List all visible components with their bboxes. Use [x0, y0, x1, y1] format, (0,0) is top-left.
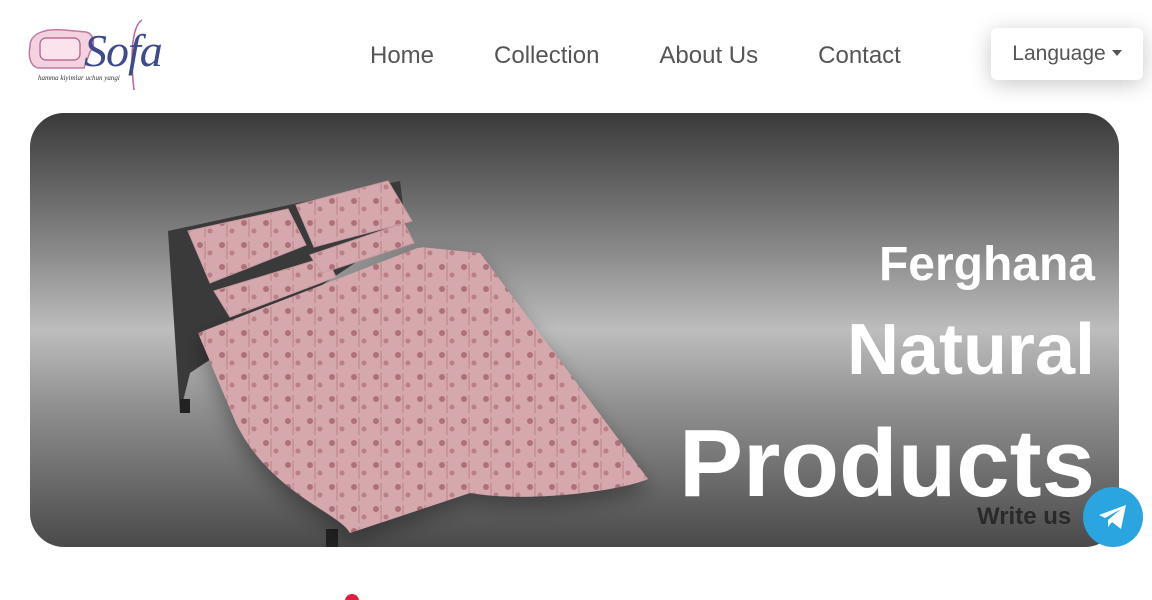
nav-home[interactable]: Home	[340, 40, 464, 72]
telegram-chat-button[interactable]	[1083, 487, 1143, 547]
nav-contact[interactable]: Contact	[788, 40, 931, 72]
write-us-label: Write us	[977, 503, 1072, 530]
sofa-logo[interactable]: Sofa hamma kiyimlar uchun yangi	[24, 16, 176, 98]
nav-collection[interactable]: Collection	[464, 40, 629, 72]
hero-banner: Ferghana Natural Products	[30, 113, 1119, 547]
caret-down-icon	[1111, 50, 1122, 56]
telegram-icon	[1099, 505, 1126, 529]
nav-about-us[interactable]: About Us	[629, 40, 788, 72]
hero-heading-natural: Natural	[846, 310, 1095, 390]
hero-heading-ferghana: Ferghana	[878, 238, 1095, 291]
main-nav: Home Collection About Us Contact	[340, 40, 931, 72]
red-marker-dot	[345, 594, 359, 600]
logo-tagline: hamma kiyimlar uchun yangi	[38, 74, 120, 82]
language-dropdown-button[interactable]: Language	[991, 28, 1143, 80]
site-header: Sofa hamma kiyimlar uchun yangi Home Col…	[0, 0, 1152, 112]
bed-product-image	[168, 180, 648, 547]
logo-wordmark: Sofa	[84, 25, 163, 76]
language-label: Language	[1012, 42, 1106, 65]
